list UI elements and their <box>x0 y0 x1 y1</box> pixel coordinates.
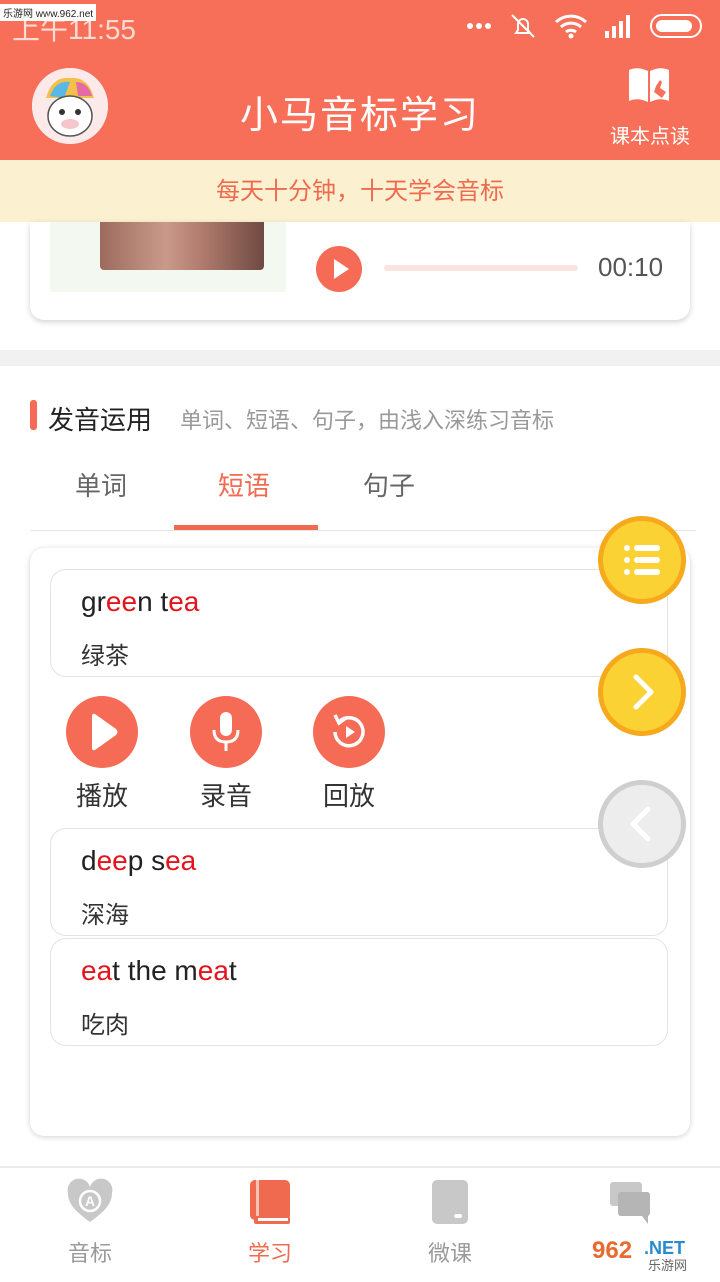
chevron-right-icon <box>633 674 654 710</box>
more-dots-icon <box>467 23 491 29</box>
battery-icon <box>650 14 702 38</box>
audio-progress-bar[interactable] <box>384 265 578 271</box>
phrase-item[interactable]: deep sea 深海 <box>50 828 668 936</box>
phrase-text: p s <box>127 845 166 876</box>
phrase-translation: 绿茶 <box>81 642 129 670</box>
mouth-video-frame <box>100 222 264 270</box>
nav-label: 音标 <box>67 1242 112 1267</box>
record-label: 录音 <box>199 782 252 812</box>
video-thumbnail[interactable] <box>50 222 286 292</box>
svg-text:乐游网: 乐游网 <box>648 1259 687 1274</box>
phrase-text: t the m <box>112 955 198 986</box>
nav-item-microlesson[interactable]: 微课 <box>390 1178 510 1268</box>
svg-text:A: A <box>85 1193 95 1209</box>
menu-list-button[interactable] <box>598 516 686 604</box>
nav-item-chat[interactable] <box>570 1178 690 1236</box>
phrase-text: d <box>81 845 97 876</box>
book-reading-button[interactable]: 课本点读 <box>610 120 690 149</box>
nav-label: 学习 <box>247 1242 292 1267</box>
highlighted-phoneme: ea <box>81 955 113 986</box>
section-description: 单词、短语、句子，由浅入深练习音标 <box>180 409 555 434</box>
next-button[interactable] <box>598 648 686 736</box>
audio-duration: 00:10 <box>598 252 664 282</box>
nav-label: 微课 <box>427 1242 472 1267</box>
active-tab-indicator <box>174 525 318 530</box>
nav-item-study[interactable]: 学习 <box>210 1178 330 1268</box>
microphone-icon <box>212 712 240 751</box>
replay-button[interactable] <box>313 696 385 768</box>
tab-sentence[interactable]: 句子 <box>363 466 415 503</box>
play-label: 播放 <box>75 782 128 812</box>
tab-word[interactable]: 单词 <box>75 466 127 503</box>
play-audio-button[interactable] <box>316 246 362 292</box>
book-reading-icon[interactable] <box>626 66 672 106</box>
replay-icon <box>333 714 365 748</box>
highlighted-phoneme: ee <box>105 586 138 617</box>
wifi-icon <box>554 14 588 39</box>
svg-text:.NET: .NET <box>644 1238 685 1258</box>
signal-icon <box>605 15 630 38</box>
section-divider <box>0 350 720 366</box>
record-button[interactable] <box>190 696 262 768</box>
phrase-translation: 深海 <box>81 901 129 929</box>
chat-icon <box>610 1182 650 1224</box>
highlighted-phoneme: ea <box>168 586 200 617</box>
section-title: 发音运用 <box>48 406 153 436</box>
play-button[interactable] <box>66 696 138 768</box>
phrase-translation: 吃肉 <box>81 1011 129 1039</box>
phrase-item[interactable]: green tea 绿茶 <box>50 569 668 677</box>
tablet-icon <box>432 1180 468 1224</box>
phrase-item[interactable]: eat the meat 吃肉 <box>50 938 668 1046</box>
highlighted-phoneme: ee <box>96 845 128 876</box>
phrase-text: t <box>228 955 237 986</box>
slogan-banner: 每天十分钟，十天学会音标 <box>0 160 720 222</box>
nav-item-phonetic[interactable]: A 音标 <box>30 1178 150 1268</box>
highlighted-phoneme: ea <box>165 845 197 876</box>
highlighted-phoneme: ea <box>197 955 229 986</box>
watermark-logo: 962 .NET 乐游网 <box>586 1234 716 1274</box>
section-accent-bar <box>30 400 37 430</box>
phrase-text: gr <box>81 586 106 617</box>
status-icons <box>466 10 706 42</box>
book-icon <box>250 1180 290 1224</box>
phonetic-icon: A <box>67 1178 113 1222</box>
previous-button[interactable] <box>598 780 686 868</box>
replay-label: 回放 <box>322 782 375 812</box>
tab-divider <box>30 530 696 531</box>
list-icon <box>624 545 660 575</box>
phrase-english: green tea <box>81 586 199 618</box>
phrase-english: deep sea <box>81 845 196 877</box>
mute-icon <box>511 14 535 38</box>
tab-phrase[interactable]: 短语 <box>218 466 270 503</box>
video-card: 00:10 <box>30 222 690 320</box>
svg-text:962: 962 <box>592 1237 632 1264</box>
status-time: 上午11:55 <box>12 14 136 45</box>
play-icon <box>334 259 349 279</box>
chevron-left-icon <box>630 806 651 842</box>
phrase-text: n t <box>137 586 169 617</box>
phrase-english: eat the meat <box>81 955 237 987</box>
play-icon <box>92 713 118 751</box>
